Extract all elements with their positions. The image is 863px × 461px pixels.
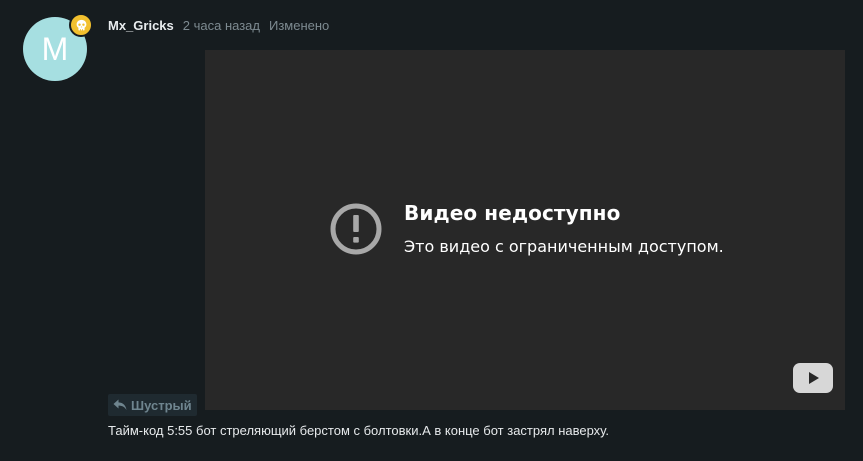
reply-arrow-icon (113, 399, 127, 411)
comment-text: Тайм-код 5:55 бот стреляющий берстом с б… (108, 423, 609, 438)
username-link[interactable]: Mx_Gricks (108, 18, 174, 33)
edited-label: Изменено (269, 18, 330, 33)
error-circle-icon (329, 202, 383, 261)
video-embed[interactable]: Видео недоступно Это видео с ограниченны… (205, 50, 845, 410)
video-unavailable-title: Видео недоступно (404, 201, 621, 225)
video-unavailable-subtitle: Это видео с ограниченным доступом. (404, 237, 724, 256)
skull-badge-icon (69, 13, 93, 37)
post-header: Mx_Gricks 2 часа назад Изменено (108, 18, 329, 36)
youtube-logo-icon[interactable] (793, 363, 833, 398)
quote-author: Шустрый (131, 397, 192, 413)
reply-quote-tag[interactable]: Шустрый (108, 394, 197, 416)
comment-post: M Mx_Gricks 2 часа назад Изменено Видео … (0, 0, 863, 461)
timestamp[interactable]: 2 часа назад (183, 18, 260, 33)
